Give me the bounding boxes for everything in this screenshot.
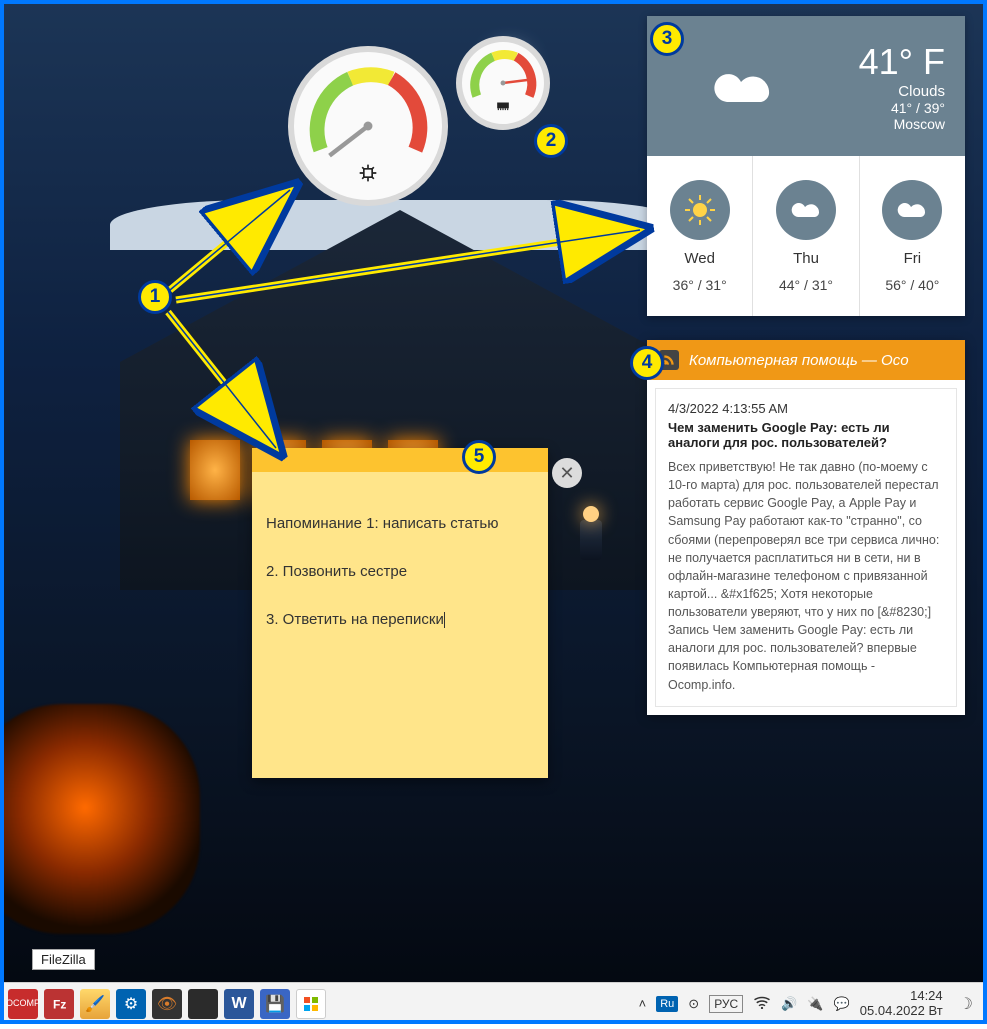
forecast-day-label: Fri [904,250,922,267]
notifications-icon[interactable]: 💬 [834,996,850,1012]
taskbar-time: 14:24 [860,989,943,1004]
forecast-day-label: Thu [793,250,819,267]
cpu-chip-icon [358,163,378,188]
desktop-wallpaper: 41° F Clouds 41° / 39° Moscow Wed 36° / … [0,0,987,1024]
svg-text:Fz: Fz [53,997,66,1011]
sticky-note-widget[interactable]: Напоминание 1: написать статью 2. Позвон… [252,448,548,778]
text-cursor [444,612,445,628]
cloud-icon [882,180,942,240]
cpu-gauge-widget[interactable] [288,46,448,206]
taskbar-app-store[interactable] [296,989,326,1019]
weather-condition: Clouds [859,83,945,100]
weather-temp: 41° F [859,41,945,83]
battery-icon[interactable]: 🔌 [807,996,823,1012]
taskbar-app-viewer[interactable]: 👁 [152,989,182,1019]
cloud-icon [707,66,777,115]
taskbar-app-settings[interactable]: ⚙ [116,989,146,1019]
sticky-note-body[interactable]: Напоминание 1: написать статью 2. Позвон… [252,472,548,672]
forecast-day-range: 44° / 31° [779,277,833,293]
note-line: 2. Позвонить сестре [266,560,534,584]
taskbar-app-word[interactable]: W [224,989,254,1019]
volume-icon[interactable]: 🔊 [781,996,797,1012]
rss-feed-title: Компьютерная помощь — Oco [689,352,909,369]
tray-indicator-icon[interactable]: ⊙ [688,996,699,1012]
focus-assist-icon[interactable]: ☽ [959,994,973,1014]
forecast-day-range: 36° / 31° [673,277,727,293]
cloud-icon [776,180,836,240]
weather-widget[interactable]: 41° F Clouds 41° / 39° Moscow Wed 36° / … [647,16,965,316]
note-line: 3. Ответить на переписки [266,608,534,632]
rss-article-title: Чем заменить Google Pay: есть ли аналоги… [668,420,944,450]
lamp-graphic [580,520,602,560]
window-glow [190,440,240,500]
sticky-note-header[interactable] [252,448,548,472]
rss-icon [659,350,679,370]
sun-icon [670,180,730,240]
weather-forecast: Wed 36° / 31° Thu 44° / 31° Fri 56° / 40… [647,156,965,316]
desktop-icon-tooltip: FileZilla [32,949,95,970]
note-line: Напоминание 1: написать статью [266,512,534,536]
rss-article-text: Всех приветствую! Не так давно (по-моему… [668,458,944,694]
rss-header[interactable]: Компьютерная помощь — Oco [647,340,965,380]
forecast-day-wed[interactable]: Wed 36° / 31° [647,156,752,316]
forecast-day-thu[interactable]: Thu 44° / 31° [752,156,858,316]
forecast-day-fri[interactable]: Fri 56° / 40° [859,156,965,316]
taskbar-app-save[interactable]: 💾 [260,989,290,1019]
close-icon[interactable]: ✕ [552,458,582,488]
taskbar-app-filezilla[interactable]: Fz [44,989,74,1019]
weather-location: Moscow [859,116,945,132]
taskbar-date: 05.04.2022 Вт [860,1004,943,1019]
weather-current: 41° F Clouds 41° / 39° Moscow [647,16,965,156]
rss-article[interactable]: 4/3/2022 4:13:55 AM Чем заменить Google … [655,388,957,707]
taskbar-clock[interactable]: 14:24 05.04.2022 Вт [860,989,943,1019]
tray-chevron-icon[interactable]: ˄ [639,996,647,1011]
taskbar-app-terminal[interactable] [188,989,218,1019]
weather-range: 41° / 39° [859,100,945,116]
tray-language[interactable]: РУС [709,995,743,1013]
taskbar-app-paint[interactable]: 🖌️ [80,989,110,1019]
memory-chip-icon [496,95,510,116]
rss-date: 4/3/2022 4:13:55 AM [668,401,944,416]
system-tray[interactable]: ˄ Ru ⊙ РУС 🔊 🔌 💬 14:24 05.04.2022 Вт ☽ [639,989,979,1019]
train-graphic [0,704,200,934]
forecast-day-range: 56° / 40° [885,277,939,293]
taskbar-app-ocomp[interactable]: OCOMP [8,989,38,1019]
wifi-icon[interactable] [753,995,771,1012]
memory-gauge-widget[interactable] [456,36,550,130]
rss-widget[interactable]: Компьютерная помощь — Oco 4/3/2022 4:13:… [647,340,965,715]
forecast-day-label: Wed [684,250,715,267]
tray-keyboard-layout[interactable]: Ru [656,996,678,1012]
taskbar[interactable]: OCOMP Fz 🖌️ ⚙ 👁 W 💾 ˄ Ru ⊙ РУС 🔊 🔌 💬 14:… [0,982,987,1024]
